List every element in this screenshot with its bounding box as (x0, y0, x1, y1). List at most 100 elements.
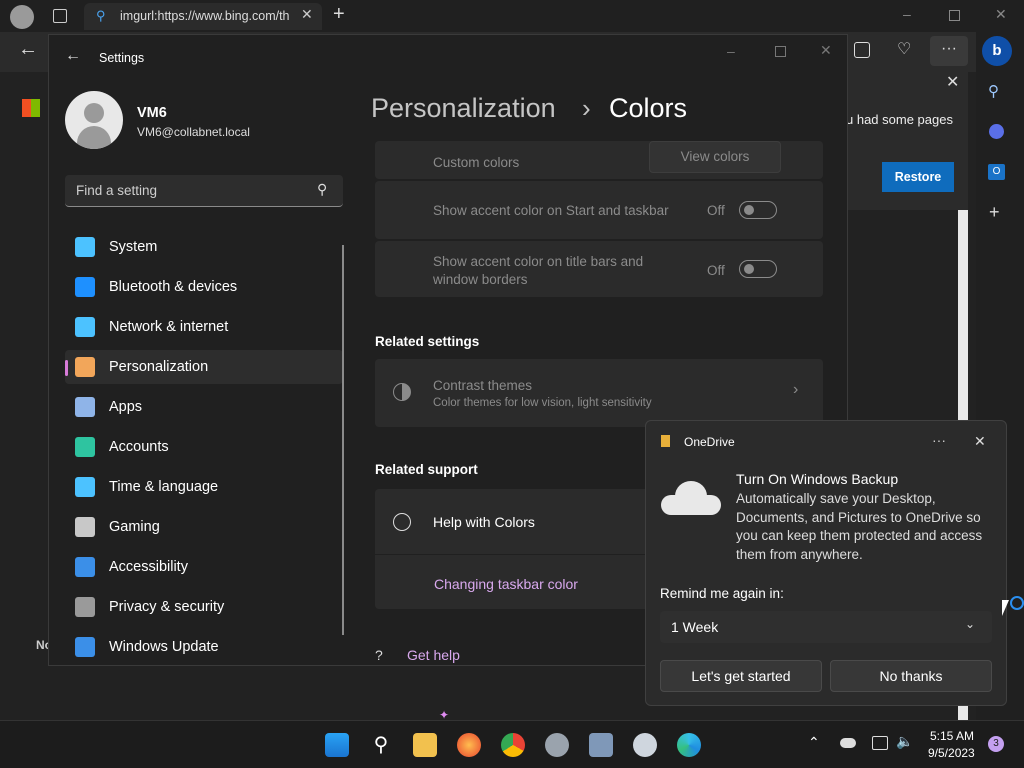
globe-icon (393, 513, 411, 531)
onedrive-notification: OneDrive ··· ✕ Turn On Windows Backup Au… (645, 420, 1007, 706)
sidebar-scrollbar[interactable] (342, 245, 344, 635)
bing-icon[interactable]: b (982, 36, 1012, 66)
sidebar-item-time-language[interactable]: Time & language (65, 470, 343, 504)
sidebar-item-label: Accessibility (109, 559, 188, 575)
minimize-icon[interactable]: – (727, 43, 735, 59)
sidebar-item-label: Time & language (109, 479, 219, 495)
wifi-icon (75, 317, 95, 337)
sidebar-item-label: Network & internet (109, 319, 229, 335)
accessibility-icon (75, 557, 95, 577)
maximize-icon[interactable] (775, 46, 786, 57)
accent-start-toggle[interactable] (739, 201, 777, 219)
clock-time[interactable]: 5:15 AM (930, 729, 974, 743)
more-options-icon[interactable]: ··· (932, 432, 946, 448)
sidebar-item-apps[interactable]: Apps (65, 390, 343, 424)
user-name: VM6 (137, 105, 167, 121)
close-browser-icon[interactable]: ✕ (995, 6, 1007, 23)
minimize-browser-icon[interactable]: – (903, 6, 911, 22)
copilot-icon[interactable] (989, 124, 1004, 139)
search-icon: ⚲ (96, 8, 106, 23)
custom-colors-row: Custom colors View colors (375, 141, 823, 179)
update-icon (75, 637, 95, 657)
chrome-icon[interactable] (501, 733, 525, 757)
bluetooth-icon (75, 277, 95, 297)
sidebar-item-bluetooth-devices[interactable]: Bluetooth & devices (65, 270, 343, 304)
restore-browser-icon[interactable] (949, 10, 960, 21)
sidebar-add-icon[interactable]: + (989, 202, 1000, 223)
collections-icon[interactable] (854, 42, 870, 58)
sidebar-item-network-internet[interactable]: Network & internet (65, 310, 343, 344)
outlook-icon[interactable]: O (988, 164, 1005, 180)
restore-button[interactable]: Restore (882, 162, 954, 192)
shield-icon (75, 597, 95, 617)
accent-title-state: Off (707, 263, 725, 278)
system-icon (75, 237, 95, 257)
close-icon[interactable]: ✕ (820, 42, 832, 59)
tab-close-icon[interactable]: ✕ (301, 6, 313, 23)
infobar-close-icon[interactable]: ✕ (946, 72, 959, 92)
firefox-icon[interactable] (457, 733, 481, 757)
accent-start-row: Show accent color on Start and taskbar O… (375, 181, 823, 239)
related-support-heading: Related support (375, 462, 478, 477)
view-colors-button[interactable]: View colors (649, 141, 781, 173)
settings-app-icon[interactable] (545, 733, 569, 757)
onedrive-tray-icon[interactable] (840, 738, 856, 748)
tab-actions-icon[interactable] (53, 9, 67, 23)
search-icon: ⚲ (317, 181, 328, 197)
taskbar-search-icon[interactable]: ⚲ (369, 733, 393, 757)
onedrive-app-name: OneDrive (684, 435, 735, 449)
help-with-colors-label: Help with Colors (433, 514, 535, 530)
window-title: Settings (99, 51, 145, 65)
no-thanks-button[interactable]: No thanks (830, 660, 992, 692)
notification-badge[interactable]: 3 (988, 736, 1004, 752)
sidebar-item-label: Bluetooth & devices (109, 279, 238, 295)
network-tray-icon[interactable] (872, 736, 888, 750)
sidebar-item-windows-update[interactable]: Windows Update (65, 630, 343, 664)
taskbar: ⚲ ⌃ 🔈 5:15 AM 9/5/2023 3 (0, 720, 1024, 768)
chevron-right-icon: › (793, 381, 799, 398)
related-settings-heading: Related settings (375, 334, 480, 349)
app-icon[interactable] (633, 733, 657, 757)
sidebar-item-system[interactable]: System (65, 230, 343, 264)
sidebar-item-label: Gaming (109, 519, 160, 535)
sidebar-item-gaming[interactable]: Gaming (65, 510, 343, 544)
lets-get-started-button[interactable]: Let's get started (660, 660, 822, 692)
sidebar-item-accessibility[interactable]: Accessibility (65, 550, 343, 584)
start-icon[interactable] (325, 733, 349, 757)
close-notification-icon[interactable]: ✕ (974, 433, 986, 450)
get-help-link[interactable]: Get help (407, 647, 460, 663)
file-explorer-icon[interactable] (413, 733, 437, 757)
health-icon[interactable]: ♡ (897, 39, 911, 59)
accent-title-toggle[interactable] (739, 260, 777, 278)
search-input[interactable]: Find a setting ⚲ (65, 175, 343, 207)
edge-icon[interactable] (677, 733, 701, 757)
back-arrow-icon[interactable]: ← (18, 38, 38, 61)
contrast-themes-row[interactable]: Contrast themes Color themes for low vis… (375, 359, 823, 427)
profile-avatar[interactable] (10, 5, 34, 29)
custom-colors-label: Custom colors (433, 155, 520, 170)
photos-icon[interactable] (589, 733, 613, 757)
show-hidden-icons[interactable]: ⌃ (808, 734, 820, 751)
page-title: Colors (609, 93, 688, 123)
apps-icon (75, 397, 95, 417)
accent-start-state: Off (707, 203, 725, 218)
sidebar-item-label: Apps (109, 399, 143, 415)
avatar (65, 91, 123, 149)
accent-start-label: Show accent color on Start and taskbar (433, 203, 669, 218)
remind-value: 1 Week (671, 619, 719, 635)
clock-date[interactable]: 9/5/2023 (928, 746, 975, 760)
more-menu-icon[interactable]: ··· (930, 36, 968, 66)
new-tab-icon[interactable]: + (333, 3, 345, 26)
cloud-icon (661, 481, 721, 515)
sidebar-search-icon[interactable]: ⚲ (988, 82, 999, 100)
back-icon[interactable]: ← (65, 47, 81, 65)
breadcrumb-parent[interactable]: Personalization (371, 93, 556, 124)
contrast-subtitle: Color themes for low vision, light sensi… (433, 397, 652, 409)
sidebar-item-personalization[interactable]: Personalization (65, 350, 343, 384)
remind-select[interactable]: 1 Week ⌄ (660, 611, 992, 643)
changing-taskbar-link[interactable]: Changing taskbar color (434, 576, 578, 592)
sidebar-item-privacy-security[interactable]: Privacy & security (65, 590, 343, 624)
volume-tray-icon[interactable]: 🔈 (896, 733, 913, 750)
accent-title-row: Show accent color on title bars and wind… (375, 241, 823, 297)
sidebar-item-accounts[interactable]: Accounts (65, 430, 343, 464)
